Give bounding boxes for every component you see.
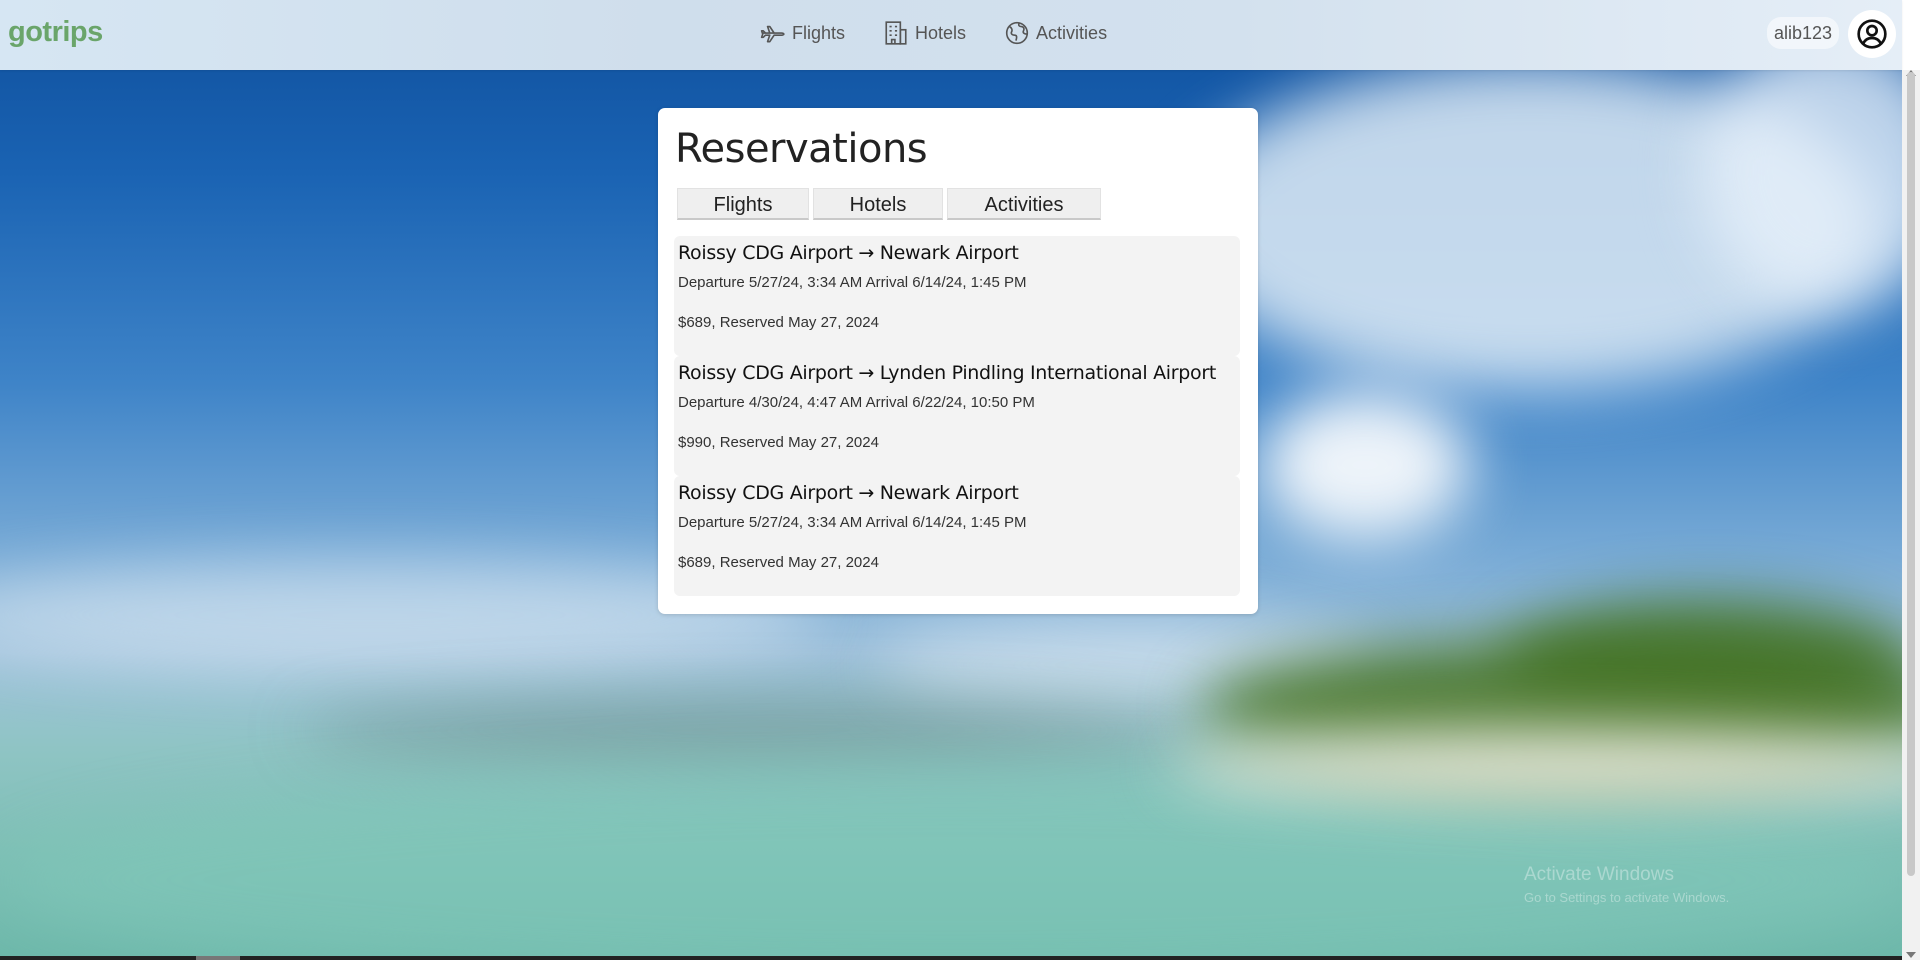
reservation-item[interactable]: Roissy CDG Airport → Lynden Pindling Int… [674, 356, 1240, 476]
reservation-dates: Departure 5/27/24, 3:34 AM Arrival 6/14/… [678, 514, 1027, 531]
reservation-dates: Departure 5/27/24, 3:34 AM Arrival 6/14/… [678, 274, 1027, 291]
tab-hotels[interactable]: Hotels [813, 188, 943, 220]
reservations-card: Reservations Flights Hotels Activities R… [658, 108, 1258, 614]
reservation-price: $990, Reserved May 27, 2024 [678, 434, 879, 451]
scroll-down-arrow[interactable] [1906, 952, 1916, 958]
background-cloud [1260, 390, 1470, 540]
reservation-dates: Departure 4/30/24, 4:47 AM Arrival 6/22/… [678, 394, 1035, 411]
reservation-route: Roissy CDG Airport → Newark Airport [678, 482, 1019, 504]
nav-link-label: Flights [792, 22, 846, 43]
nav-link-flights[interactable]: Flights [760, 20, 845, 46]
account-button[interactable] [1848, 10, 1896, 58]
globe-icon [1005, 21, 1029, 45]
background-horizon [300, 700, 1200, 760]
hotel-building-icon [885, 21, 907, 45]
reservation-route: Roissy CDG Airport → Newark Airport [678, 242, 1019, 264]
watermark-subtitle: Go to Settings to activate Windows. [1524, 890, 1730, 905]
windows-activation-watermark: Activate Windows Go to Settings to activ… [1524, 864, 1729, 905]
reservation-price: $689, Reserved May 27, 2024 [678, 314, 879, 331]
airplane-icon [760, 25, 785, 43]
scroll-thumb[interactable] [1907, 72, 1915, 876]
reservation-price: $689, Reserved May 27, 2024 [678, 554, 879, 571]
reservation-route: Roissy CDG Airport → Lynden Pindling Int… [678, 362, 1217, 384]
tab-flights[interactable]: Flights [677, 188, 809, 220]
horizontal-scroll-thumb[interactable] [196, 956, 240, 960]
reservation-tabs: Flights Hotels Activities [677, 188, 1101, 220]
tab-activities[interactable]: Activities [947, 188, 1101, 220]
top-nav: gotrips Flights Hotels Activities alib12… [0, 0, 1902, 70]
nav-link-activities[interactable]: Activities [1004, 20, 1107, 46]
nav-links: Flights Hotels Activities [760, 20, 1107, 46]
vertical-scrollbar[interactable] [1902, 70, 1920, 960]
page-title: Reservations [675, 126, 928, 172]
reservation-item[interactable]: Roissy CDG Airport → Newark Airport Depa… [674, 236, 1240, 356]
nav-link-label: Activities [1036, 22, 1108, 43]
watermark-title: Activate Windows [1524, 864, 1674, 885]
nav-link-label: Hotels [915, 22, 967, 43]
username-badge[interactable]: alib123 [1767, 17, 1840, 49]
user-circle-icon [1857, 19, 1887, 49]
logo[interactable]: gotrips [8, 16, 103, 49]
reservation-item[interactable]: Roissy CDG Airport → Newark Airport Depa… [674, 476, 1240, 596]
horizontal-scrollbar[interactable] [0, 956, 1902, 960]
nav-link-hotels[interactable]: Hotels [883, 20, 966, 46]
reservation-list: Roissy CDG Airport → Newark Airport Depa… [674, 236, 1240, 596]
